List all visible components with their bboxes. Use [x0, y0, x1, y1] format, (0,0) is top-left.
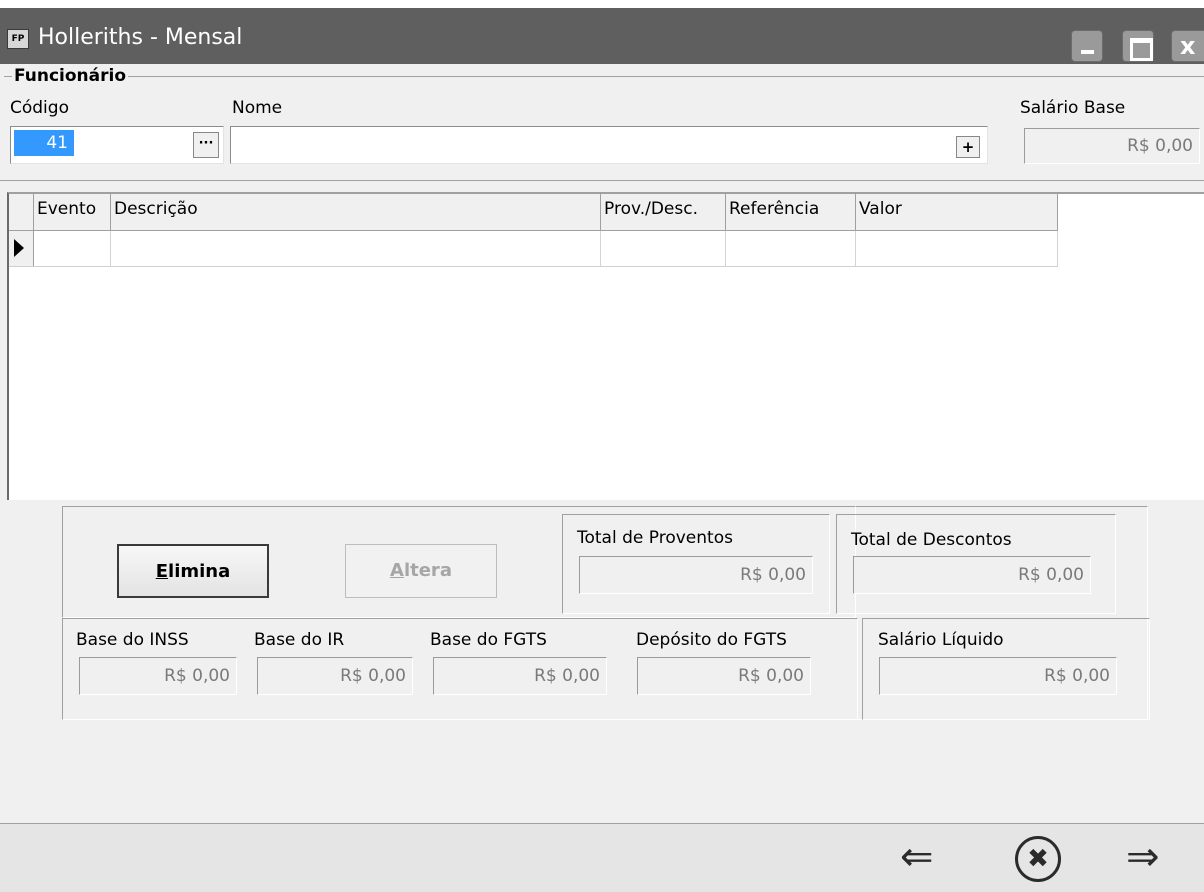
minimize-button[interactable]	[1071, 30, 1103, 62]
current-row-pointer-icon	[14, 239, 24, 257]
column-header-prov-desc[interactable]: Prov./Desc.	[601, 194, 726, 230]
base-inss-field: R$ 0,00	[79, 657, 237, 695]
total-descontos-field: R$ 0,00	[853, 556, 1091, 594]
window-title: Holleriths - Mensal	[38, 25, 243, 50]
cell-valor[interactable]	[856, 231, 1058, 266]
base-ir-value: R$ 0,00	[340, 666, 406, 686]
grid-indicator-header	[9, 194, 34, 230]
column-header-referencia[interactable]: Referência	[726, 194, 856, 230]
group-divider	[4, 76, 1204, 77]
cell-prov-desc[interactable]	[601, 231, 726, 266]
nome-add-button[interactable]: +	[956, 136, 980, 158]
cell-descricao[interactable]	[111, 231, 601, 266]
cell-evento[interactable]	[34, 231, 111, 266]
codigo-value: 41	[14, 130, 74, 156]
total-proventos-label: Total de Proventos	[577, 528, 733, 548]
events-grid[interactable]: Evento Descrição Prov./Desc. Referência …	[7, 192, 1204, 500]
salario-liquido-field: R$ 0,00	[879, 657, 1117, 695]
salario-base-field: R$ 0,00	[1024, 128, 1200, 164]
column-header-evento[interactable]: Evento	[34, 194, 111, 230]
base-inss-value: R$ 0,00	[164, 666, 230, 686]
base-fgts-label: Base do FGTS	[430, 630, 547, 650]
codigo-label: Código	[10, 98, 69, 118]
deposito-fgts-field: R$ 0,00	[637, 657, 811, 695]
section-divider	[0, 180, 1204, 181]
cell-referencia[interactable]	[726, 231, 856, 266]
group-title-funcionario: Funcionário	[12, 66, 129, 86]
salario-base-value: R$ 0,00	[1127, 136, 1193, 156]
close-form-button[interactable]: ✖	[1015, 836, 1061, 882]
codigo-field[interactable]: 41	[10, 126, 224, 164]
codigo-lookup-button[interactable]: ···	[193, 132, 219, 158]
title-bar: FP Holleriths - Mensal x	[0, 8, 1204, 64]
total-descontos-value: R$ 0,00	[1018, 565, 1084, 585]
base-fgts-value: R$ 0,00	[534, 666, 600, 686]
previous-arrow-icon[interactable]: ⇐	[900, 832, 934, 882]
elimina-button[interactable]: Elimina	[117, 544, 269, 598]
total-proventos-value: R$ 0,00	[740, 565, 806, 585]
column-header-valor[interactable]: Valor	[856, 194, 1058, 230]
altera-button[interactable]: Altera	[345, 544, 497, 598]
base-fgts-field: R$ 0,00	[433, 657, 607, 695]
close-icon: x	[1180, 32, 1196, 60]
grid-header: Evento Descrição Prov./Desc. Referência …	[9, 194, 1058, 231]
deposito-fgts-value: R$ 0,00	[738, 666, 804, 686]
top-strip	[0, 0, 1204, 8]
elimina-hotkey: E	[155, 561, 169, 582]
deposito-fgts-label: Depósito do FGTS	[636, 630, 787, 650]
next-arrow-icon[interactable]: ⇒	[1126, 832, 1160, 882]
nome-field[interactable]	[230, 126, 988, 164]
salario-liquido-value: R$ 0,00	[1044, 666, 1110, 686]
nome-label: Nome	[232, 98, 283, 118]
altera-hotkey: A	[390, 560, 404, 581]
elimina-label: limina	[168, 561, 231, 582]
close-window-button[interactable]: x	[1171, 30, 1204, 62]
base-ir-label: Base do IR	[254, 630, 345, 650]
maximize-button[interactable]	[1122, 30, 1154, 62]
window: FP Holleriths - Mensal x Funcionário Cód…	[0, 0, 1204, 892]
salario-base-label: Salário Base	[1020, 98, 1126, 118]
row-indicator	[9, 231, 34, 266]
close-circle-icon: ✖	[1027, 844, 1049, 874]
base-ir-field: R$ 0,00	[257, 657, 413, 695]
column-header-descricao[interactable]: Descrição	[111, 194, 601, 230]
altera-label: ltera	[403, 560, 452, 581]
total-descontos-label: Total de Descontos	[851, 530, 1012, 550]
salario-liquido-label: Salário Líquido	[878, 630, 1004, 650]
app-icon: FP	[7, 29, 29, 49]
table-row[interactable]	[9, 231, 1058, 267]
base-inss-label: Base do INSS	[76, 630, 189, 650]
total-proventos-field: R$ 0,00	[579, 556, 813, 594]
